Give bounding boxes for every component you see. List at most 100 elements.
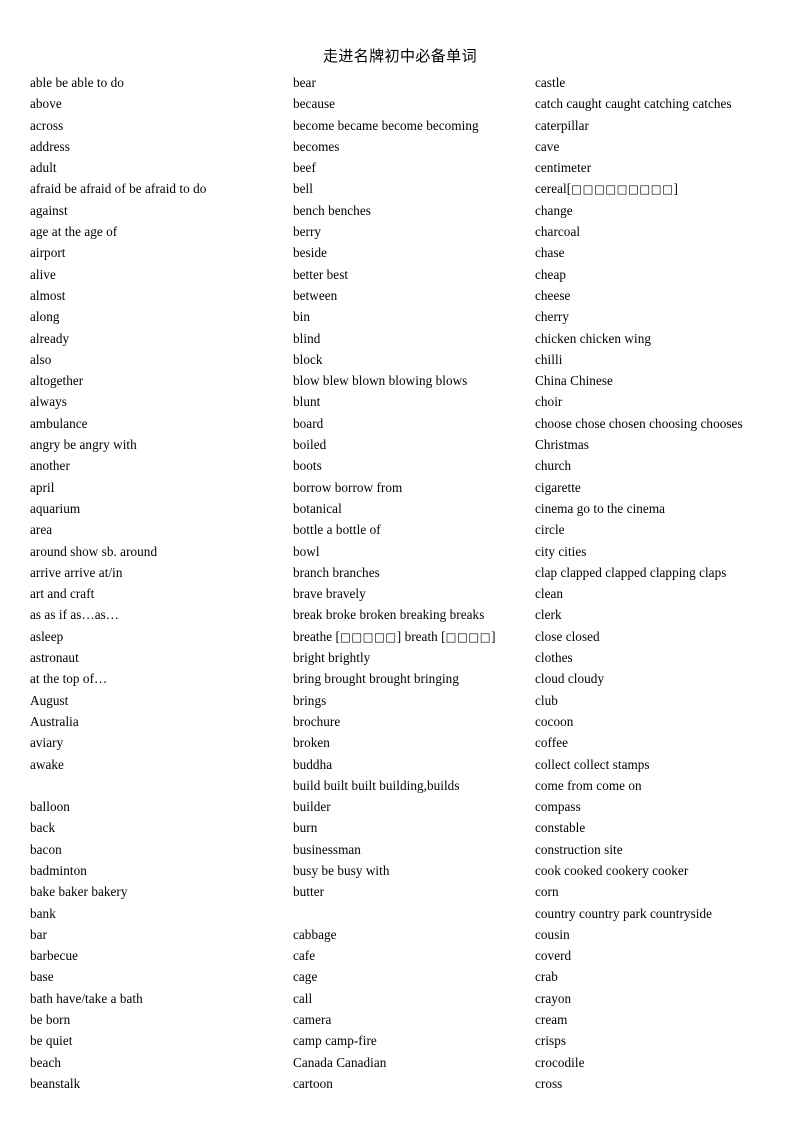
word-entry: bacon xyxy=(30,841,62,857)
word-entry: cigarette xyxy=(535,479,581,495)
word-column-3: castle catch caught caught catching catch… xyxy=(535,72,797,1094)
word-entry: airport xyxy=(30,245,66,261)
word-entry: aviary xyxy=(30,735,64,751)
word-entry: club xyxy=(535,692,558,708)
word-entry: change xyxy=(535,202,573,218)
word-entry: businessman xyxy=(293,841,361,857)
word-entry: chicken chicken wing xyxy=(535,330,651,346)
word-entry: beanstalk xyxy=(30,1075,81,1091)
word-entry: blunt xyxy=(293,394,321,410)
word-entry: crayon xyxy=(535,990,572,1006)
word-entry: crisps xyxy=(535,1033,567,1049)
word-entry: against xyxy=(30,202,68,218)
word-entry: become became become becoming xyxy=(293,117,479,133)
word-entry: broken xyxy=(293,735,330,751)
word-entry: between xyxy=(293,287,338,303)
word-entry: cage xyxy=(293,969,318,985)
word-entry: because xyxy=(293,96,336,112)
word-entry: Canada Canadian xyxy=(293,1054,387,1070)
word-entry: base xyxy=(30,969,54,985)
word-entry: bowl xyxy=(293,543,320,559)
word-entry: bring brought brought bringing xyxy=(293,671,459,687)
word-entry: centimeter xyxy=(535,160,592,176)
word-entry: cave xyxy=(535,138,560,154)
word-entry: corn xyxy=(535,884,559,900)
word-entry: butter xyxy=(293,884,325,900)
word-entry: circle xyxy=(535,522,565,538)
word-entry: cinema go to the cinema xyxy=(535,500,666,516)
word-entry: borrow borrow from xyxy=(293,479,403,495)
word-entry: brochure xyxy=(293,713,341,729)
word-entry: around show sb. around xyxy=(30,543,158,559)
word-entry: China Chinese xyxy=(535,373,613,389)
word-entry: caterpillar xyxy=(535,117,589,133)
word-entry: clap clapped clapped clapping claps xyxy=(535,564,727,580)
word-entry: above xyxy=(30,96,62,112)
word-entry: badminton xyxy=(30,862,87,878)
word-entry: cherry xyxy=(535,309,569,325)
word-entry: collect collect stamps xyxy=(535,756,650,772)
word-entry: balloon xyxy=(30,799,70,815)
word-entry: bin xyxy=(293,309,311,325)
page-title: 走进名牌初中必备单词 xyxy=(322,47,477,65)
word-entry: blind xyxy=(293,330,321,346)
word-entry: bake baker bakery xyxy=(30,884,128,900)
word-entry: botanical xyxy=(293,500,342,516)
word-entry: as as if as…as… xyxy=(30,607,120,623)
word-entry: awake xyxy=(30,756,64,772)
missing-glyph-boxes: □□□□□ xyxy=(339,629,397,644)
word-entry-spacer xyxy=(30,775,288,796)
word-entry: aquarium xyxy=(30,500,81,516)
word-entry: chilli xyxy=(535,351,563,367)
word-entry: be quiet xyxy=(30,1033,73,1049)
word-entry: cheap xyxy=(535,266,566,282)
word-entry: cafe xyxy=(293,948,316,964)
word-entry: chase xyxy=(535,245,565,261)
word-entry: beach xyxy=(30,1054,61,1070)
word-entry: bear xyxy=(293,75,316,90)
word-entry: August xyxy=(30,692,69,708)
word-entry: bright brightly xyxy=(293,650,371,666)
word-entry: cartoon xyxy=(293,1075,333,1091)
word-entry: clothes xyxy=(535,650,573,666)
word-entry: address xyxy=(30,138,70,154)
word-entry: adult xyxy=(30,160,57,176)
word-entry: able be able to do xyxy=(30,75,124,90)
word-entry: branch branches xyxy=(293,564,380,580)
word-entry: Australia xyxy=(30,713,79,729)
word-entry: barbecue xyxy=(30,948,78,964)
word-entry: crab xyxy=(535,969,558,985)
word-entry: camp camp-fire xyxy=(293,1033,377,1049)
word-entry: asleep xyxy=(30,628,64,644)
word-entry: church xyxy=(535,458,572,474)
word-entry: crocodile xyxy=(535,1054,585,1070)
word-entry: astronaut xyxy=(30,650,79,666)
word-entry: cook cooked cookery cooker xyxy=(535,862,689,878)
word-entry: already xyxy=(30,330,70,346)
word-entry: ambulance xyxy=(30,415,88,431)
word-entry: brings xyxy=(293,692,327,708)
word-entry: charcoal xyxy=(535,224,581,240)
word-entry: another xyxy=(30,458,70,474)
word-entry: cabbage xyxy=(293,926,337,942)
word-entry: arrive arrive at/in xyxy=(30,564,123,580)
word-entry: compass xyxy=(535,799,581,815)
word-entry: cocoon xyxy=(535,713,574,729)
word-entry: boiled xyxy=(293,437,327,453)
word-entry: cousin xyxy=(535,926,570,942)
word-entry: alive xyxy=(30,266,56,282)
missing-glyph-boxes: □□□□□□□□□ xyxy=(571,182,674,197)
document-page: 走进名牌初中必备单词 able be able to do above across… xyxy=(0,0,800,1132)
word-entry-spacer xyxy=(293,903,533,924)
word-entry: choir xyxy=(535,394,563,410)
missing-glyph-boxes: □□□□ xyxy=(445,629,492,644)
word-entry: bank xyxy=(30,905,56,921)
word-entry: breathe [□□□□□] breath [□□□□] xyxy=(293,628,496,644)
word-entry: be born xyxy=(30,1012,71,1028)
word-entry: cheese xyxy=(535,287,571,303)
word-entry: back xyxy=(30,820,56,836)
word-entry: close closed xyxy=(535,628,600,644)
word-entry: come from come on xyxy=(535,777,642,793)
word-entry: coffee xyxy=(535,735,568,751)
word-entry: call xyxy=(293,990,313,1006)
